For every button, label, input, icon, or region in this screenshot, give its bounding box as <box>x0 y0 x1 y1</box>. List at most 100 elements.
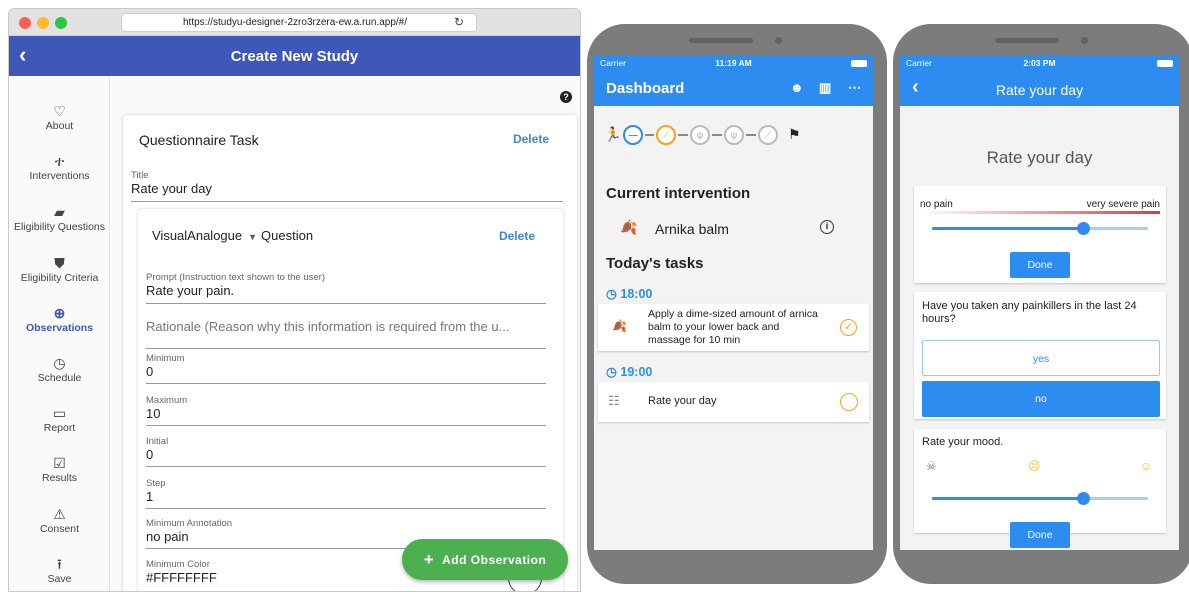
shield-icon: ⛊ <box>54 255 65 271</box>
info-icon[interactable]: i <box>820 220 834 234</box>
rate-day-screen: Carrier 2:03 PM ‹ Rate your day Rate you… <box>900 55 1179 550</box>
phone-speaker <box>689 38 753 43</box>
pain-slider-fill <box>932 227 1084 230</box>
sidebar-item-report[interactable]: ▭ Report <box>9 405 110 434</box>
question-card: VisualAnalogue ▼ Question Delete Prompt (I… <box>138 209 563 591</box>
prompt-label: Prompt (Instruction text shown to the us… <box>146 272 325 283</box>
person-icon: ተ <box>54 153 65 169</box>
field-label: Minimum Annotation <box>146 518 233 529</box>
status-time: 2:03 PM <box>1023 58 1056 68</box>
maximum-field[interactable]: Maximum 10 <box>146 396 546 426</box>
title-field[interactable]: Title Rate your day <box>131 171 563 202</box>
sidebar-item-eligibility-questions[interactable]: ▰ Eligibility Questions <box>9 204 110 233</box>
question-type-selector[interactable]: VisualAnalogue ▼ Question <box>152 228 313 243</box>
warning-icon: ⚠ <box>53 506 66 522</box>
sidebar-item-consent[interactable]: ⚠ Consent <box>9 506 110 535</box>
rationale-field[interactable]: Rationale (Reason why this information i… <box>146 319 546 349</box>
clock-icon: ◷ <box>606 287 621 301</box>
rate-day-heading: Rate your day <box>986 148 1093 167</box>
maximize-window-button[interactable] <box>55 17 67 29</box>
task-card-rate-day[interactable]: ☷ Rate your day <box>598 382 869 422</box>
sidebar-item-eligibility-criteria[interactable]: ⛊ Eligibility Criteria <box>9 255 110 284</box>
sidebar-item-observations[interactable]: ⊕ Observations <box>9 305 110 334</box>
clock-icon: ◷ <box>53 355 66 371</box>
clipboard-icon: ▭ <box>52 405 67 421</box>
sidebar-item-save[interactable]: ⭱ Save <box>9 556 110 585</box>
smile-face-icon: ☺ <box>1140 459 1153 473</box>
empty-circle-icon[interactable] <box>840 393 858 411</box>
delete-question-button[interactable]: Delete <box>499 229 535 243</box>
app-bar: ‹ Create New Study <box>9 36 580 76</box>
delete-task-button[interactable]: Delete <box>513 132 549 146</box>
main-content: ? Questionnaire Task Delete Title Rate y… <box>111 77 580 591</box>
finish-flag-icon: ⚑ <box>788 126 801 142</box>
runner-icon: 🏃 <box>604 126 622 142</box>
dropdown-caret-icon: ▼ <box>248 232 258 242</box>
dashboard-title: Dashboard <box>606 80 685 97</box>
step-field[interactable]: Step 1 <box>146 479 546 509</box>
field-label: Minimum <box>146 353 185 364</box>
timeline-step-leaf: ⟋ <box>758 125 778 145</box>
mood-slider-fill <box>932 497 1084 500</box>
status-bar: Carrier 11:19 AM <box>594 55 873 71</box>
rate-day-app-title: Rate your day <box>995 82 1084 98</box>
timeline-connector <box>712 134 722 136</box>
sidebar-item-label: Consent <box>39 523 80 535</box>
bar-chart-icon[interactable]: ▥ <box>819 80 831 96</box>
mood-question: Rate your mood. <box>922 436 1004 448</box>
initial-field[interactable]: Initial 0 <box>146 437 546 467</box>
pain-slider-thumb[interactable] <box>1077 222 1091 235</box>
field-value: 10 <box>146 406 161 421</box>
intervention-timeline: 🏃 — ⟋ ψ ψ ⟋ ⚑ <box>604 123 866 149</box>
pain-min-label: no pain <box>920 199 953 210</box>
question-type-value: VisualAnalogue <box>152 228 243 243</box>
timeline-connector <box>645 134 654 136</box>
timeline-connector <box>746 134 756 136</box>
add-observation-button[interactable]: + Add Observation <box>402 539 568 580</box>
mood-slider-thumb[interactable] <box>1077 492 1091 505</box>
battery-icon <box>851 60 867 67</box>
option-no-button[interactable]: no <box>922 381 1160 417</box>
reload-icon[interactable]: ↻ <box>454 14 464 31</box>
sidebar-item-label: Eligibility Criteria <box>20 272 99 284</box>
more-icon[interactable]: ⋯ <box>848 80 861 96</box>
url-bar[interactable]: https://studyu-designer-2zro3rzera-ew.a.… <box>121 13 477 32</box>
sidebar-item-about[interactable]: ♡ About <box>9 103 110 132</box>
phone-rate-day: Carrier 2:03 PM ‹ Rate your day Rate you… <box>893 24 1189 584</box>
phone-camera <box>1081 37 1088 44</box>
timeline-step-placebo: ψ <box>724 125 744 145</box>
pain-gradient-bar <box>920 211 1160 214</box>
phone-camera <box>775 37 782 44</box>
battery-icon <box>1157 60 1173 67</box>
help-icon[interactable]: ? <box>560 91 572 103</box>
question-type-suffix: Question <box>261 228 314 243</box>
chat-icon: ▰ <box>54 204 65 220</box>
field-label: Initial <box>146 436 169 447</box>
mood-question-card: Rate your mood. ☠ ☹ ☺ Done <box>914 429 1166 548</box>
pain-done-button[interactable]: Done <box>1010 252 1070 278</box>
mood-done-button[interactable]: Done <box>1010 522 1070 548</box>
sidebar-item-label: Observations <box>25 322 94 334</box>
upload-icon: ⭱ <box>57 556 62 572</box>
sidebar-item-interventions[interactable]: ተ Interventions <box>9 153 110 182</box>
task-text: Apply a dime-sized amount of arnica balm… <box>648 308 818 346</box>
minimum-field[interactable]: Minimum 0 <box>146 354 546 384</box>
prompt-field[interactable]: Prompt (Instruction text shown to the us… <box>146 273 546 304</box>
current-intervention-title: Current intervention <box>606 185 751 202</box>
sidebar-item-schedule[interactable]: ◷ Schedule <box>9 355 110 384</box>
contact-icon[interactable]: ☻ <box>790 80 804 95</box>
close-window-button[interactable] <box>19 17 31 29</box>
phone-speaker <box>995 38 1059 43</box>
pain-max-label: very severe pain <box>1086 199 1160 210</box>
minimize-window-button[interactable] <box>37 17 49 29</box>
prompt-value: Rate your pain. <box>146 283 235 298</box>
status-time: 11:19 AM <box>715 58 752 68</box>
sidebar-item-label: Eligibility Questions <box>13 221 106 233</box>
sidebar-item-results[interactable]: ☑ Results <box>9 455 110 484</box>
pain-question-card: no pain very severe pain Done <box>914 186 1166 283</box>
option-yes-button[interactable]: yes <box>922 340 1160 376</box>
check-circle-icon[interactable]: ✓ <box>840 319 857 336</box>
field-value: 0 <box>146 364 154 379</box>
task-card-arnica[interactable]: 🍂 Apply a dime-sized amount of arnica ba… <box>598 304 869 351</box>
painkillers-question-card: Have you taken any painkillers in the la… <box>914 292 1166 419</box>
